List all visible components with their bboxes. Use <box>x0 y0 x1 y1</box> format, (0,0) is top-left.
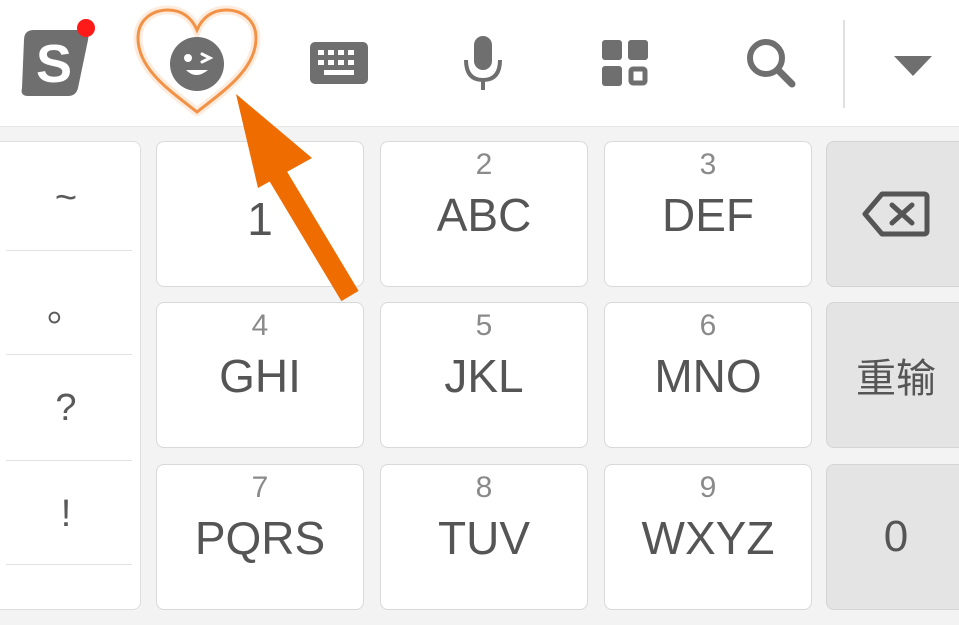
key-3[interactable]: 3 DEF <box>604 141 812 287</box>
key-letters: PQRS <box>194 512 326 564</box>
key-number: 6 <box>699 309 717 342</box>
symbol-divider <box>6 250 132 251</box>
symbol-column[interactable]: ~ 。 ? ! <box>0 141 141 610</box>
key-letters: GHI <box>219 350 301 402</box>
key-number: 7 <box>251 471 269 504</box>
key-number: 9 <box>699 471 717 504</box>
zero-label: 0 <box>883 512 909 561</box>
key-letters: TUV <box>438 512 530 564</box>
key-8[interactable]: 8 TUV <box>380 464 588 610</box>
toolbar-divider <box>843 20 845 108</box>
collapse-keyboard-icon[interactable] <box>888 48 938 82</box>
key-letters: WXYZ <box>641 512 775 564</box>
symbol-divider <box>6 354 132 355</box>
delete-button[interactable] <box>826 141 959 287</box>
key-7[interactable]: 7 PQRS <box>156 464 364 610</box>
key-9[interactable]: 9 WXYZ <box>604 464 812 610</box>
svg-text:S: S <box>36 34 72 94</box>
key-2[interactable]: 2 ABC <box>380 141 588 287</box>
key-number: 4 <box>251 309 269 342</box>
key-5[interactable]: 5 JKL <box>380 302 588 448</box>
zero-button[interactable]: 0 <box>826 464 959 610</box>
grid-apps-icon[interactable] <box>598 36 654 92</box>
symbol-period[interactable]: 。 <box>0 252 132 356</box>
symbol-divider <box>6 460 132 461</box>
key-letters: MNO <box>654 350 762 402</box>
symbol-question[interactable]: ? <box>0 356 132 460</box>
keyboard-icon[interactable] <box>306 36 372 92</box>
microphone-icon[interactable] <box>456 34 510 94</box>
key-letters: JKL <box>444 350 524 402</box>
pointer-arrow-annotation <box>236 94 359 302</box>
key-number: 2 <box>475 148 493 181</box>
symbol-tilde[interactable]: ~ <box>0 146 132 250</box>
key-6[interactable]: 6 MNO <box>604 302 812 448</box>
key-4[interactable]: 4 GHI <box>156 302 364 448</box>
keyboard-toolbar: S <box>0 0 959 127</box>
key-letters: ABC <box>436 189 532 241</box>
reset-button[interactable]: 重输 <box>826 302 959 448</box>
search-icon[interactable] <box>742 36 802 92</box>
backspace-icon <box>827 142 959 286</box>
key-number: 3 <box>699 148 717 181</box>
key-letters: DEF <box>662 189 754 241</box>
key-number: 8 <box>475 471 493 504</box>
reset-label: 重输 <box>856 356 936 402</box>
symbol-exclamation[interactable]: ! <box>0 462 132 566</box>
key-number: 5 <box>475 309 493 342</box>
symbol-divider <box>6 564 132 565</box>
sogou-logo-icon[interactable]: S <box>14 18 100 104</box>
